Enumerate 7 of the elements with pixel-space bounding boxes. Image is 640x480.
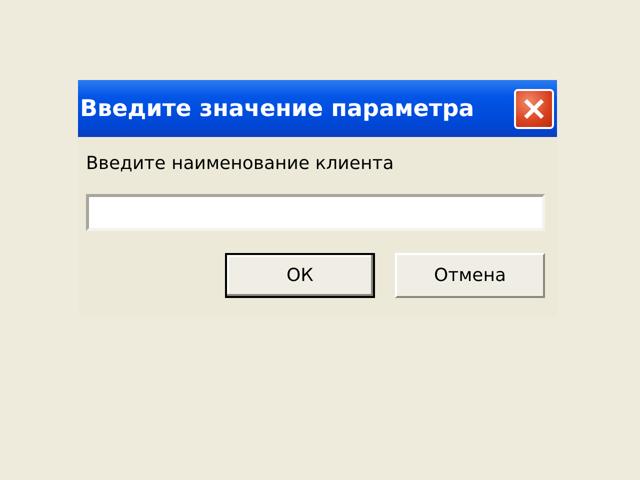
- input-field[interactable]: [86, 194, 545, 231]
- window-title: Введите значение параметра: [80, 96, 474, 122]
- prompt-label: Введите наименование клиента: [86, 153, 395, 174]
- close-button[interactable]: [514, 88, 554, 128]
- dialog-button[interactable]: Отмена: [395, 253, 545, 298]
- close-icon: [522, 96, 546, 120]
- dialog-button[interactable]: ОК: [225, 253, 375, 298]
